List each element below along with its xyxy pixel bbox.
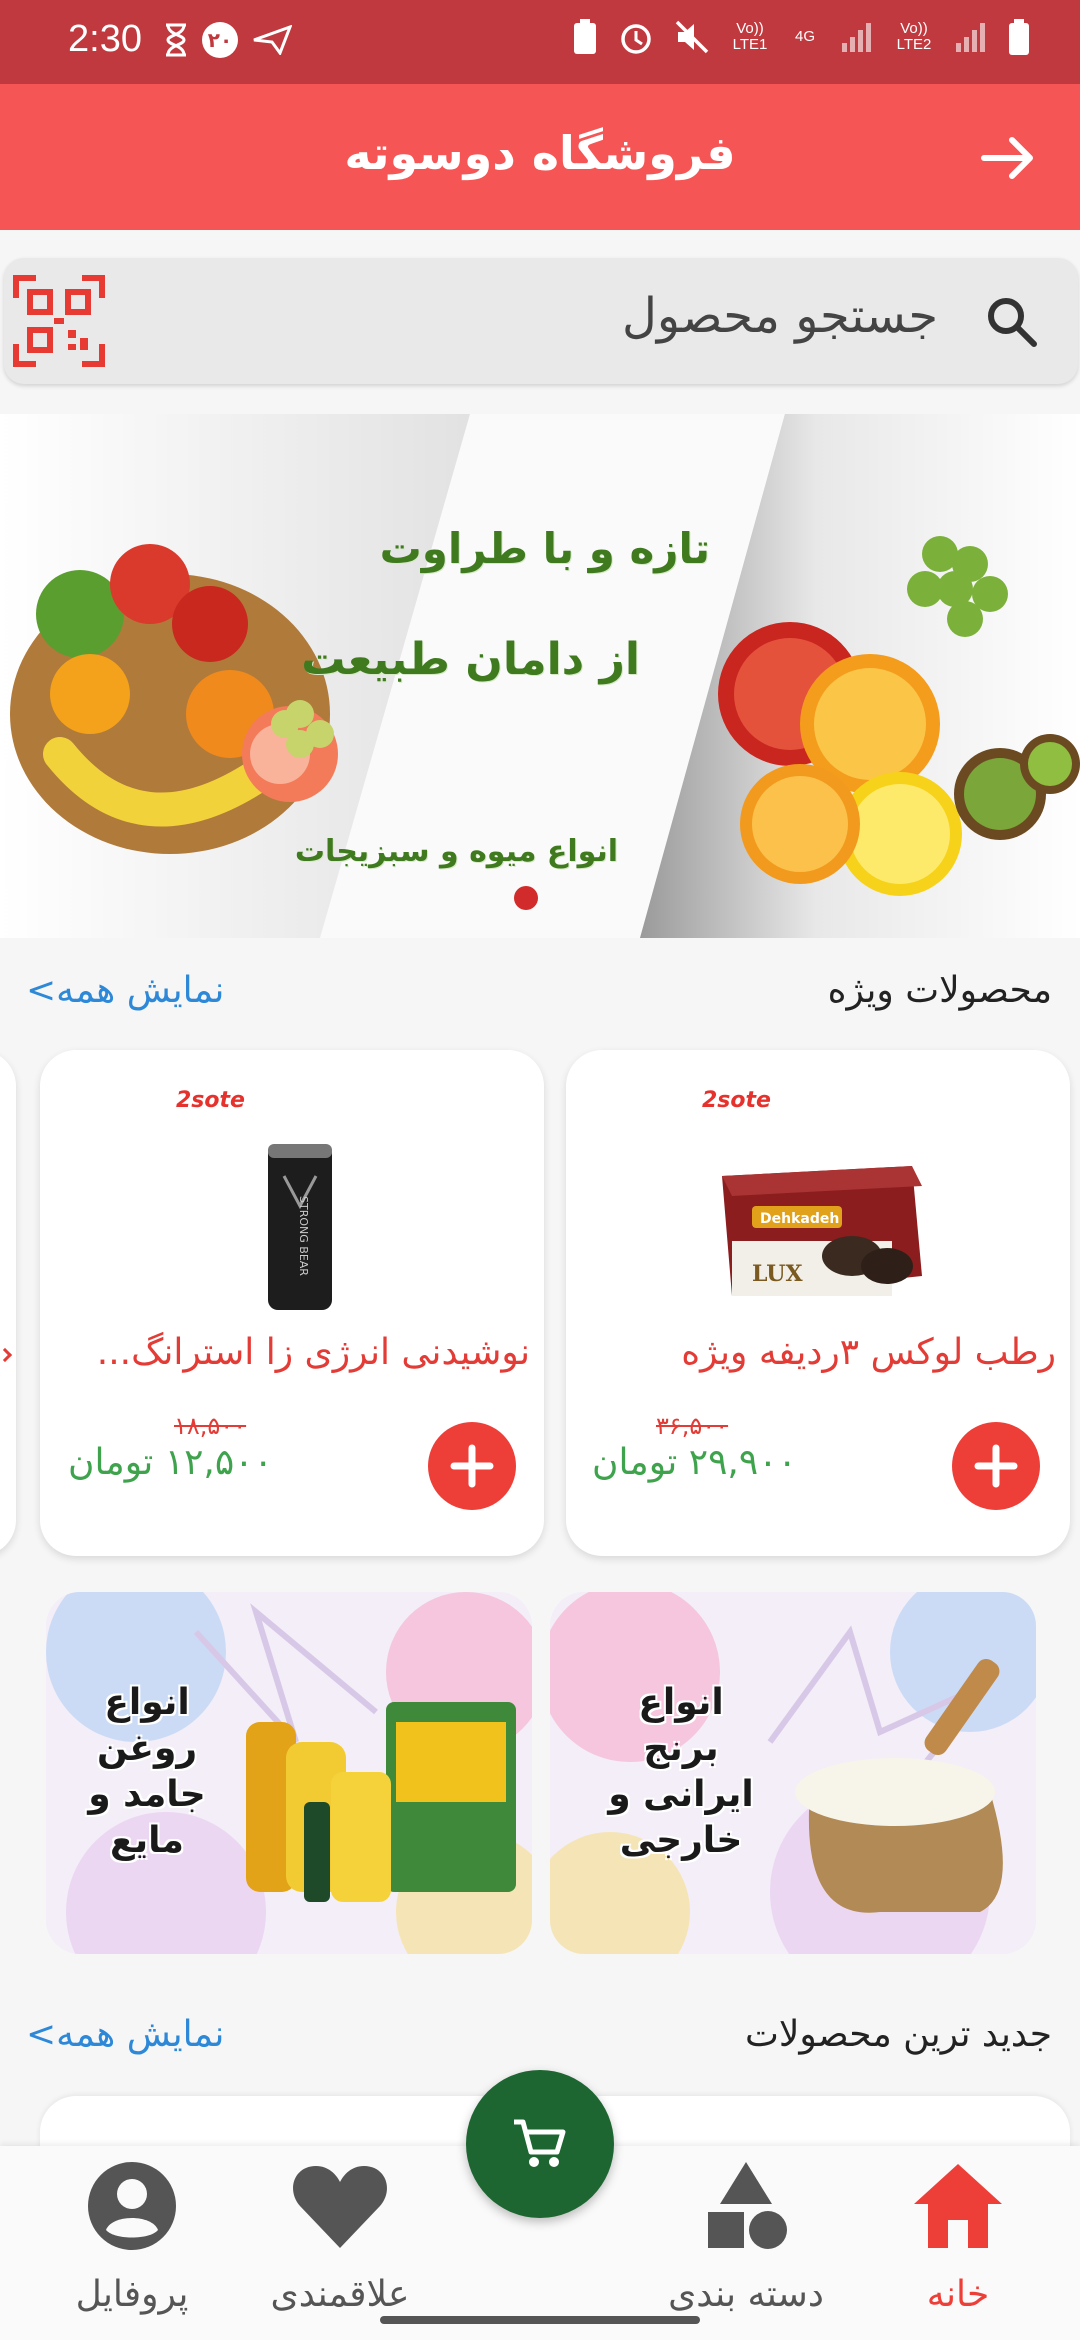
add-to-cart-button[interactable]	[952, 1422, 1040, 1510]
nav-favorites[interactable]: علاقمندی	[240, 2156, 440, 2326]
nav-home-label: خانه	[926, 2274, 990, 2315]
mute-icon	[675, 20, 709, 54]
gesture-bar[interactable]	[380, 2316, 700, 2324]
banner-line-2: از دامان طبیعت	[301, 634, 640, 685]
home-icon	[914, 2164, 1002, 2248]
nav-favorites-label: علاقمندی	[270, 2274, 410, 2315]
add-to-cart-button[interactable]	[428, 1422, 516, 1510]
product-price: ۲۹,۹۰۰ تومان	[592, 1442, 797, 1483]
special-products-header: محصولات ویژه نمایش همه>	[0, 962, 1080, 1022]
nav-profile-label: پروفایل	[75, 2274, 189, 2315]
product-image-label: Dehkadeh	[760, 1211, 839, 1227]
brand-logo: 2sote	[176, 1088, 245, 1113]
nav-profile[interactable]: پروفایل	[32, 2156, 232, 2326]
nav-categories-label: دسته بندی	[668, 2274, 824, 2315]
alarm-icon	[621, 24, 651, 54]
product-image-label: STRONG BEAR	[297, 1196, 310, 1276]
banner-line-3: انواع میوه و سبزیجات	[294, 834, 618, 869]
promo-rice-label: انواع برنج ایرانی و خارجی	[608, 1682, 754, 1861]
search-bar[interactable]: جستجو محصول	[4, 258, 1078, 384]
app-screen: 2:30 ۲۰ Vo)) LTE1 4G Vo)) LTE2 فروشگاه د…	[0, 0, 1080, 2340]
newest-products-header: جدید ترین محصولات نمایش همه>	[0, 2006, 1080, 2066]
product-name: رطب لوکس ۳ردیفه ویژه	[681, 1332, 1056, 1373]
product-card-partial[interactable]	[0, 1050, 16, 1556]
plus-icon	[974, 1444, 1018, 1488]
banner-line-1: تازه و با طراوت	[379, 524, 710, 573]
product-card[interactable]: 2sote Dehkadeh LUX رطب لوکس ۳ردیفه ویژه …	[566, 1050, 1070, 1556]
status-right-icons: Vo)) LTE1 4G Vo)) LTE2	[572, 18, 1030, 56]
hero-banner[interactable]: تازه و با طراوت از دامان طبیعت انواع میو…	[0, 414, 1080, 938]
product-image-energy-can: STRONG BEAR	[268, 1144, 332, 1310]
product-name: نوشیدنی انرژی زا استرانگ...	[96, 1332, 530, 1373]
banner-page-indicator	[514, 886, 538, 910]
network-indicator-1: Vo)) LTE1	[732, 20, 768, 53]
status-time: 2:30	[68, 18, 142, 60]
back-arrow-icon[interactable]	[976, 126, 1040, 190]
signal-icon-2	[956, 23, 985, 52]
svg-text:LUX: LUX	[752, 1261, 803, 1287]
search-input[interactable]: جستجو محصول	[622, 288, 938, 344]
app-header: فروشگاه دوسوته	[0, 84, 1080, 230]
special-products-title: محصولات ویژه	[827, 970, 1052, 1011]
plus-icon	[450, 1444, 494, 1488]
signal-icon	[842, 23, 871, 52]
profile-icon	[88, 2162, 176, 2250]
send-icon	[253, 25, 292, 55]
promo-tile-rice[interactable]: انواع برنج ایرانی و خارجی	[550, 1592, 1036, 1954]
newest-products-see-all-link[interactable]: نمایش همه>	[26, 2014, 224, 2055]
promo-oil-label: انواع روغن جامد و مایع	[88, 1682, 206, 1861]
promo-tile-oil[interactable]: انواع روغن جامد و مایع	[46, 1592, 532, 1954]
cart-icon	[514, 2119, 566, 2167]
brand-logo: 2sote	[702, 1088, 771, 1113]
product-image-dates-box: Dehkadeh LUX	[722, 1166, 922, 1296]
heart-icon	[293, 2166, 387, 2248]
product-old-price: ۳۶,۵۰۰	[656, 1412, 729, 1440]
status-left-icons: ۲۰	[164, 22, 292, 58]
status-bar: 2:30 ۲۰ Vo)) LTE1 4G Vo)) LTE2	[0, 0, 1080, 84]
nav-home[interactable]: خانه	[858, 2156, 1058, 2326]
network-indicator-2: 4G	[794, 28, 815, 45]
hourglass-icon	[166, 23, 186, 57]
category-shapes-icon	[708, 2162, 787, 2249]
battery-icon	[1009, 19, 1029, 55]
nav-categories[interactable]: دسته بندی	[646, 2156, 846, 2326]
network-indicator-3: Vo)) LTE2	[896, 20, 932, 53]
newest-products-title: جدید ترین محصولات	[744, 2014, 1052, 2055]
product-old-price: ۱۸,۵۰۰	[174, 1412, 247, 1440]
notification-count-badge: ۲۰	[202, 22, 238, 58]
product-price: ۱۲,۵۰۰ تومان	[68, 1442, 273, 1483]
product-card[interactable]: 2sote STRONG BEAR نوشیدنی انرژی زا استرا…	[40, 1050, 544, 1556]
cart-button[interactable]	[466, 2070, 614, 2218]
partial-arrow	[0, 1347, 13, 1363]
special-products-see-all-link[interactable]: نمایش همه>	[26, 970, 224, 1011]
battery-saver-icon	[574, 19, 596, 54]
qr-scan-icon[interactable]	[12, 274, 106, 368]
store-title: فروشگاه دوسوته	[344, 126, 736, 180]
search-icon[interactable]	[984, 294, 1040, 350]
